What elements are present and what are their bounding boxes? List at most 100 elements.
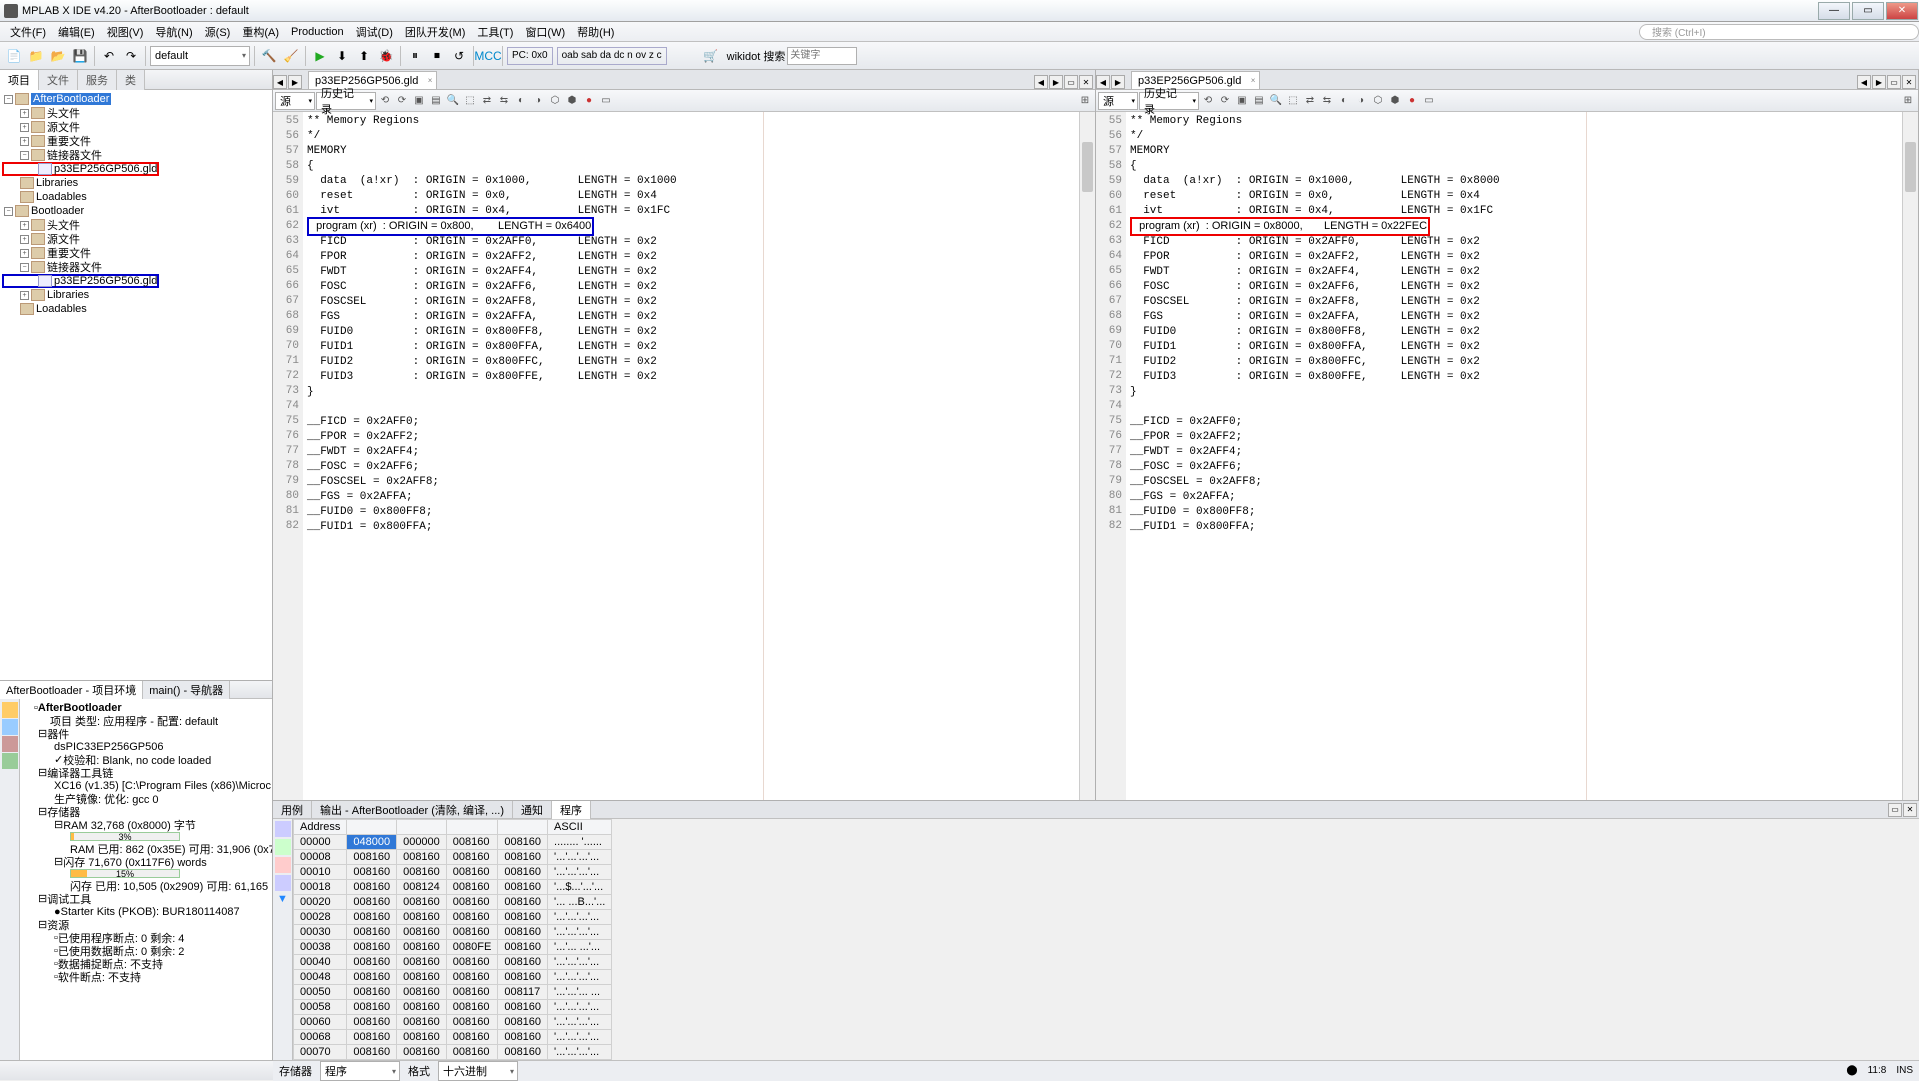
ed-icon[interactable]: ⟳ (394, 93, 410, 109)
menu-edit[interactable]: 编辑(E) (52, 22, 101, 42)
tree-gld-file-1[interactable]: p33EP256GP506.gld (54, 163, 157, 175)
code-left[interactable]: ** Memory Regions */ MEMORY { data (a!xr… (303, 112, 1079, 800)
menu-file[interactable]: 文件(F) (4, 22, 52, 42)
ed-split-icon[interactable]: ⊞ (1077, 93, 1093, 109)
reset-icon[interactable]: ↺ (449, 46, 469, 66)
ed-icon[interactable]: ⬡ (547, 93, 563, 109)
tab-notify[interactable]: 通知 (513, 801, 552, 819)
tab-classes[interactable]: 类 (117, 70, 145, 90)
ed-icon[interactable]: ⬢ (1387, 93, 1403, 109)
ed-stop-icon[interactable]: ● (1404, 93, 1420, 109)
maximize-button[interactable]: ▭ (1852, 2, 1884, 20)
config-combo[interactable]: default (150, 46, 250, 66)
build-icon[interactable]: 🔨 (259, 46, 279, 66)
ed-nav-left-icon[interactable]: ◀ (273, 75, 287, 89)
menu-production[interactable]: Production (285, 24, 350, 40)
wikidot-search[interactable] (787, 47, 857, 65)
menu-debug[interactable]: 调试(D) (350, 22, 399, 42)
ed-icon[interactable]: 🔍 (445, 93, 461, 109)
mcc-icon[interactable]: MCC (478, 46, 498, 66)
ed-icon[interactable]: ⬡ (1370, 93, 1386, 109)
navigator-tab[interactable]: main() - 导航器 (143, 681, 230, 699)
menu-team[interactable]: 团队开发(M) (399, 22, 472, 42)
ed-icon[interactable]: ◑ (1353, 93, 1369, 109)
ed-icon[interactable]: ⇆ (496, 93, 512, 109)
tree-libraries[interactable]: Libraries (36, 177, 78, 189)
ed-icon[interactable]: ◑ (530, 93, 546, 109)
redo-icon[interactable]: ↷ (121, 46, 141, 66)
ed-icon[interactable]: ⇄ (1302, 93, 1318, 109)
vscroll-right[interactable] (1902, 112, 1918, 800)
mem-icon3[interactable] (275, 857, 291, 873)
tree-b-libraries[interactable]: Libraries (47, 289, 89, 301)
open-icon[interactable]: 📂 (48, 46, 68, 66)
tree-linker[interactable]: 链接器文件 (47, 147, 102, 163)
ed-dock-icon[interactable]: ▭ (1064, 75, 1078, 89)
ed2-nav-right-icon[interactable]: ▶ (1111, 75, 1125, 89)
tab-output[interactable]: 输出 - AfterBootloader (清除, 编译, ...) (312, 801, 513, 819)
dashboard-tab[interactable]: AfterBootloader - 项目环境 (0, 681, 143, 699)
mem-icon1[interactable] (275, 821, 291, 837)
ed2-close-icon[interactable]: ✕ (1902, 75, 1916, 89)
ed-icon[interactable]: ⟲ (377, 93, 393, 109)
close-tab-icon[interactable]: × (1251, 76, 1256, 85)
tree-root-afterbootloader[interactable]: AfterBootloader (31, 93, 111, 105)
new-file-icon[interactable]: 📄 (4, 46, 24, 66)
menu-refactor[interactable]: 重构(A) (236, 22, 285, 42)
ed-icon[interactable]: ⬚ (462, 93, 478, 109)
bp-dock-icon[interactable]: ▭ (1888, 803, 1902, 817)
tree-b-linker[interactable]: 链接器文件 (47, 259, 102, 275)
menu-window[interactable]: 窗口(W) (519, 22, 571, 42)
menu-view[interactable]: 视图(V) (101, 22, 150, 42)
tab-services[interactable]: 服务 (78, 70, 117, 90)
bp-close-icon[interactable]: ✕ (1903, 803, 1917, 817)
memory-table[interactable]: AddressASCII0000004800000000000816000816… (293, 819, 1919, 1060)
vscroll-left[interactable] (1079, 112, 1095, 800)
close-button[interactable]: ✕ (1886, 2, 1918, 20)
tab-files[interactable]: 文件 (39, 70, 78, 90)
menu-nav[interactable]: 导航(N) (149, 22, 198, 42)
ed-icon[interactable]: ⇄ (479, 93, 495, 109)
ed-icon[interactable]: ▣ (411, 93, 427, 109)
debug-icon[interactable]: 🐞 (376, 46, 396, 66)
tree-loadables[interactable]: Loadables (36, 191, 87, 203)
refresh-icon[interactable] (2, 702, 18, 718)
ed-max-icon[interactable]: ▶ (1049, 75, 1063, 89)
ed-split-icon[interactable]: ⊞ (1900, 93, 1916, 109)
source-combo[interactable]: 源 (275, 92, 315, 110)
mem-icon[interactable] (2, 753, 18, 769)
global-search[interactable]: 搜索 (Ctrl+I) (1639, 24, 1919, 40)
ed2-max-icon[interactable]: ▶ (1872, 75, 1886, 89)
ed-icon[interactable]: ⬢ (564, 93, 580, 109)
tree-gld-file-2[interactable]: p33EP256GP506.gld (54, 275, 157, 287)
history-combo[interactable]: 历史记录 (1139, 92, 1199, 110)
source-combo[interactable]: 源 (1098, 92, 1138, 110)
ed-icon[interactable]: ▤ (428, 93, 444, 109)
ed-icon[interactable]: ▭ (1421, 93, 1437, 109)
ed-icon[interactable]: ◐ (1336, 93, 1352, 109)
cart-icon[interactable]: 🛒 (701, 46, 721, 66)
menu-help[interactable]: 帮助(H) (571, 22, 620, 42)
upload-icon[interactable]: ⬆ (354, 46, 374, 66)
ed-icon[interactable]: ▤ (1251, 93, 1267, 109)
history-combo[interactable]: 历史记录 (316, 92, 376, 110)
download-icon[interactable]: ⬇ (332, 46, 352, 66)
mem-down-icon[interactable]: ▼ (275, 893, 291, 909)
tab-usages[interactable]: 用例 (273, 801, 312, 819)
tab-program[interactable]: 程序 (552, 801, 591, 819)
tree-root-bootloader[interactable]: Bootloader (31, 205, 84, 217)
mem-icon2[interactable] (275, 839, 291, 855)
conf-icon[interactable] (2, 719, 18, 735)
clean-build-icon[interactable]: 🧹 (281, 46, 301, 66)
ed-icon[interactable]: ⟲ (1200, 93, 1216, 109)
ed-icon[interactable]: ⬚ (1285, 93, 1301, 109)
mem-store-combo[interactable]: 程序 (320, 1061, 400, 1081)
ed-icon[interactable]: 🔍 (1268, 93, 1284, 109)
menu-tools[interactable]: 工具(T) (471, 22, 519, 42)
run-icon[interactable]: ▶ (310, 46, 330, 66)
menu-source[interactable]: 源(S) (199, 22, 237, 42)
ed-stop-icon[interactable]: ● (581, 93, 597, 109)
tab-projects[interactable]: 项目 (0, 70, 39, 90)
mem-icon4[interactable] (275, 875, 291, 891)
ed-nav-right-icon[interactable]: ▶ (288, 75, 302, 89)
